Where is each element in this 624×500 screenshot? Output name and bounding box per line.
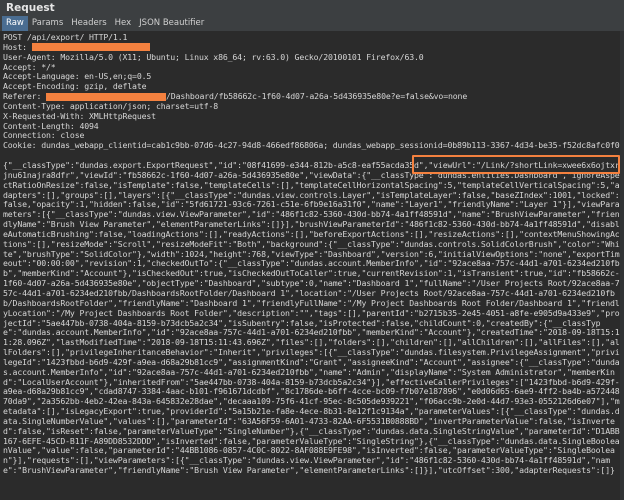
tab-params[interactable]: Params (28, 16, 67, 31)
tab-headers[interactable]: Headers (67, 16, 110, 31)
redacted-referer-host (46, 92, 167, 101)
request-line: POST /api/export/ HTTP/1.1 (3, 32, 128, 42)
user-agent-header: User-Agent: Mozilla/5.0 (X11; Ubuntu; Li… (3, 51, 424, 62)
cookie-header: Cookie: dundas_webapp_clientid=cab1c9bb-… (3, 140, 620, 151)
redacted-host (31, 43, 150, 52)
tab-json-beautifier[interactable]: JSON Beautifier (135, 16, 208, 31)
vertical-scrollbar[interactable] (620, 31, 624, 500)
panel-title: Request (0, 0, 624, 16)
content-length-header: Content-Length: 4094 (3, 120, 99, 131)
tab-bar: Raw Params Headers Hex JSON Beautifier (0, 16, 624, 32)
tab-raw[interactable]: Raw (2, 16, 28, 31)
json-request-body: {"__classType":"dundas.export.ExportRequ… (3, 160, 620, 476)
tab-hex[interactable]: Hex (111, 16, 136, 31)
